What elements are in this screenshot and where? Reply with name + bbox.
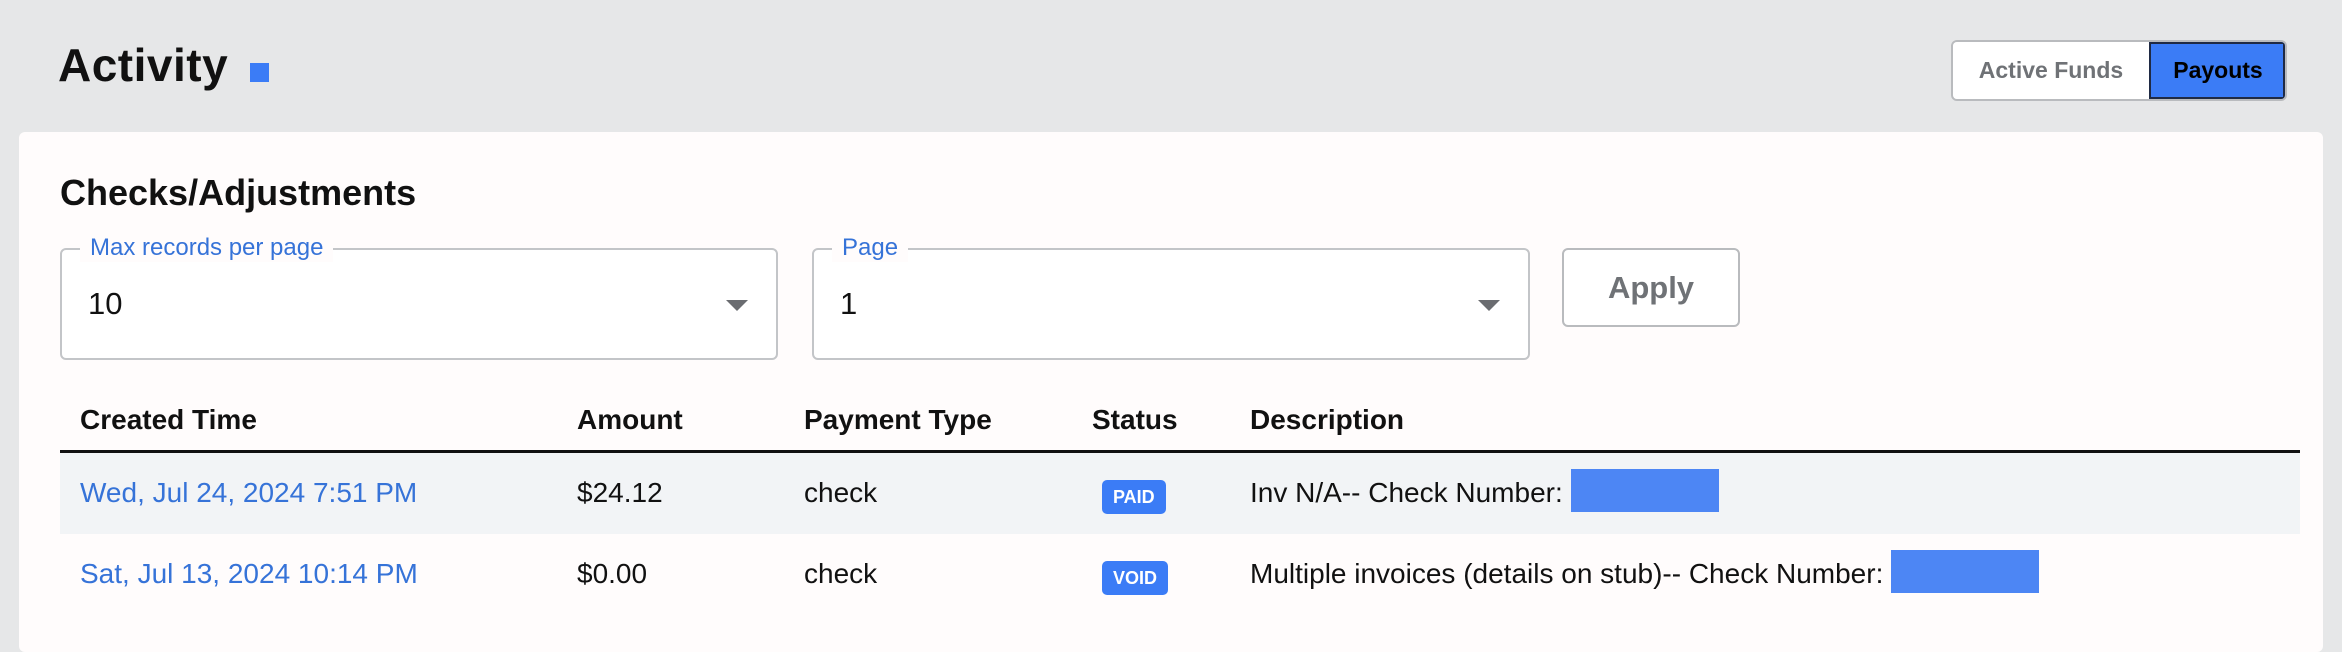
payment-type-cell: check <box>804 477 878 508</box>
chevron-down-icon[interactable] <box>1478 300 1500 311</box>
redacted-check-number <box>1891 550 2040 594</box>
table-header: Created Time Amount Payment Type Status … <box>60 390 2300 453</box>
status-badge: PAID <box>1102 480 1166 514</box>
apply-button[interactable]: Apply <box>1562 248 1740 327</box>
max-records-label: Max records per page <box>80 234 334 262</box>
description-cell: Multiple invoices (details on stub)-- Ch… <box>1250 550 2040 594</box>
page-label: Page <box>832 234 909 262</box>
page-title: Activity <box>58 38 270 92</box>
amount-cell: $0.00 <box>577 558 648 589</box>
table-row: Wed, Jul 24, 2024 7:51 PM $24.12 check P… <box>60 453 2300 534</box>
checks-card: Checks/Adjustments Max records per page … <box>19 132 2323 652</box>
section-title: Checks/Adjustments <box>60 172 417 213</box>
page-select[interactable]: Page 1 <box>812 234 1530 360</box>
title-accent-square-icon <box>250 62 270 82</box>
page-header: Activity Active Funds Payouts <box>0 0 2342 132</box>
payouts-tab[interactable]: Payouts <box>2149 42 2285 99</box>
payment-type-cell: check <box>804 558 878 589</box>
max-records-value: 10 <box>88 286 123 321</box>
redacted-check-number <box>1570 469 1719 513</box>
description-cell: Inv N/A-- Check Number: <box>1250 469 1719 513</box>
page-value: 1 <box>840 286 858 321</box>
max-records-select[interactable]: Max records per page 10 <box>60 234 778 360</box>
table-row: Sat, Jul 13, 2024 10:14 PM $0.00 check V… <box>60 534 2300 615</box>
created-time-link[interactable]: Wed, Jul 24, 2024 7:51 PM <box>80 477 417 509</box>
column-header-status[interactable]: Status <box>1092 404 1178 436</box>
column-header-description[interactable]: Description <box>1250 404 1404 436</box>
column-header-amount[interactable]: Amount <box>577 404 683 436</box>
active-funds-tab[interactable]: Active Funds <box>1953 42 2149 99</box>
page-title-text: Activity <box>58 39 229 91</box>
description-text: Multiple invoices (details on stub)-- Ch… <box>1250 558 1884 589</box>
view-toggle-group: Active Funds Payouts <box>1951 40 2287 101</box>
column-header-payment-type[interactable]: Payment Type <box>804 404 992 436</box>
chevron-down-icon[interactable] <box>726 300 748 311</box>
column-header-created-time[interactable]: Created Time <box>80 404 257 436</box>
amount-cell: $24.12 <box>577 477 663 508</box>
checks-table: Created Time Amount Payment Type Status … <box>60 390 2300 615</box>
status-badge: VOID <box>1102 561 1169 595</box>
description-text: Inv N/A-- Check Number: <box>1250 477 1563 508</box>
created-time-link[interactable]: Sat, Jul 13, 2024 10:14 PM <box>80 558 418 590</box>
